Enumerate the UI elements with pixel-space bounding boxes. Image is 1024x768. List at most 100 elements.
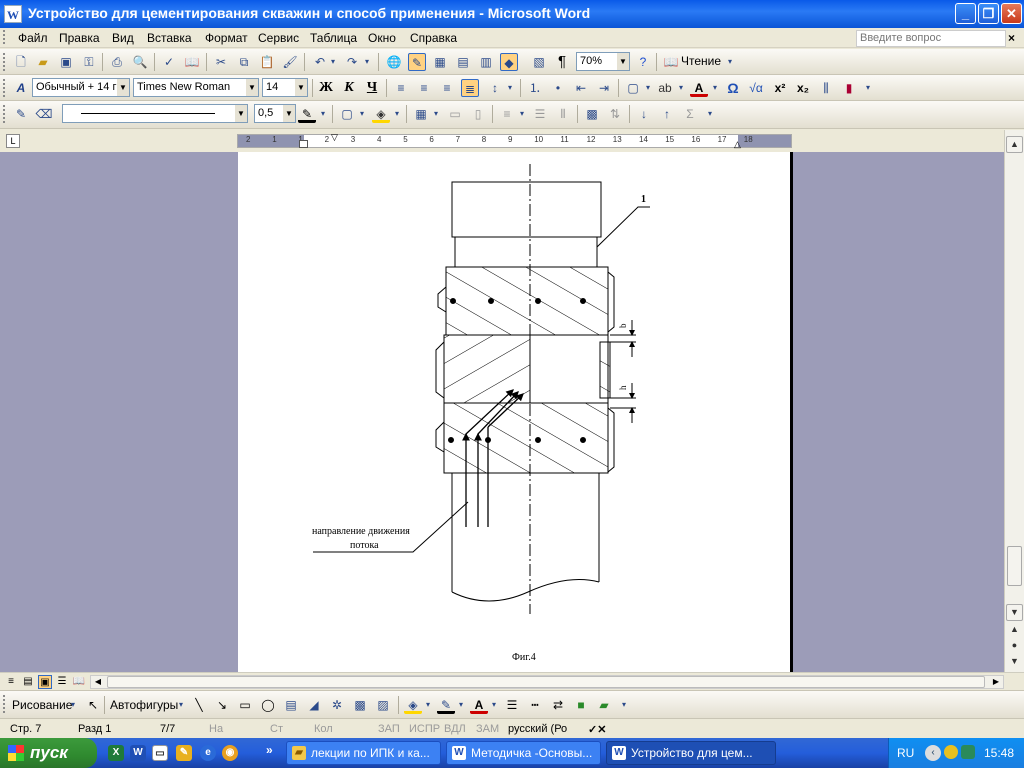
- scroll-right-icon[interactable]: ▶: [989, 676, 1003, 688]
- line-style-icon[interactable]: ☰: [503, 696, 521, 714]
- status-extend[interactable]: ВДЛ: [444, 723, 466, 735]
- chevron-down-icon[interactable]: ▼: [117, 79, 129, 96]
- excel-quicklaunch-icon[interactable]: X: [108, 745, 124, 761]
- task-button-lectures[interactable]: ▰ лекции по ИПК и ка...: [286, 741, 441, 765]
- insert-excel-icon[interactable]: ▤: [454, 53, 472, 71]
- outline-view-icon[interactable]: ☰: [55, 675, 69, 689]
- border-icon[interactable]: ▢: [624, 79, 642, 97]
- 3d-style-icon[interactable]: ▰: [595, 696, 613, 714]
- drawing-icon[interactable]: ◆: [500, 53, 518, 71]
- bullets-icon[interactable]: •: [549, 79, 567, 97]
- align-right-icon[interactable]: ≡: [438, 79, 456, 97]
- input-language[interactable]: RU: [897, 746, 914, 760]
- subscript-button[interactable]: x₂: [794, 79, 812, 97]
- align-left-icon[interactable]: ≡: [392, 79, 410, 97]
- spelling-icon[interactable]: ✓: [160, 53, 178, 71]
- text-direction-icon[interactable]: ⇅: [606, 105, 624, 123]
- sort-ascending-icon[interactable]: ↓: [635, 105, 653, 123]
- next-page-icon[interactable]: ▼: [1006, 654, 1023, 671]
- status-track[interactable]: ИСПР: [409, 723, 440, 735]
- first-line-indent-marker[interactable]: ▽: [331, 132, 338, 143]
- word-quicklaunch-icon[interactable]: W: [130, 745, 146, 761]
- previous-page-icon[interactable]: ▲: [1006, 622, 1023, 639]
- toolbar-grip[interactable]: [3, 53, 6, 71]
- hyperlink-icon[interactable]: 🌐: [385, 53, 403, 71]
- fill-color-dropdown-icon[interactable]: ▾: [423, 696, 433, 714]
- left-indent-marker[interactable]: [299, 140, 308, 148]
- menu-window[interactable]: Окно: [368, 31, 396, 45]
- reading-view-icon[interactable]: 📖: [72, 675, 86, 689]
- distribute-rows-icon[interactable]: ☰: [531, 105, 549, 123]
- superscript-button[interactable]: x²: [771, 79, 789, 97]
- sort-descending-icon[interactable]: ↑: [658, 105, 676, 123]
- vertical-scrollbar[interactable]: ▲ ▼ ▲ ● ▼: [1004, 130, 1024, 672]
- menu-file[interactable]: Файл: [18, 31, 48, 45]
- oval-tool-icon[interactable]: ◯: [259, 696, 277, 714]
- font-color-dropdown-icon[interactable]: ▾: [710, 79, 720, 97]
- restore-button[interactable]: ❐: [978, 3, 999, 24]
- chevron-down-icon[interactable]: ▼: [235, 105, 247, 122]
- task-button-device[interactable]: W Устройство для цем...: [606, 741, 776, 765]
- quicklaunch-more[interactable]: »: [266, 743, 273, 757]
- toolbar-options-icon[interactable]: ▾: [618, 696, 630, 714]
- ie-quicklaunch-icon[interactable]: e: [200, 745, 216, 761]
- arrow-style-icon[interactable]: ⇄: [549, 696, 567, 714]
- insert-table-icon[interactable]: ▦: [431, 53, 449, 71]
- fill-color-icon[interactable]: ◈: [404, 696, 422, 714]
- tab-selector[interactable]: L: [6, 134, 20, 148]
- select-objects-icon[interactable]: ↖: [84, 696, 102, 714]
- line-color-dropdown-icon[interactable]: ▾: [456, 696, 466, 714]
- print-icon[interactable]: ⎙: [108, 53, 126, 71]
- scroll-left-icon[interactable]: ◀: [91, 676, 105, 688]
- line-style-select[interactable]: ▼: [62, 104, 248, 123]
- outside-border-dropdown-icon[interactable]: ▾: [357, 105, 367, 123]
- align-cell-icon[interactable]: ≡: [498, 105, 516, 123]
- tables-borders-icon[interactable]: ✎: [408, 53, 426, 71]
- align-cell-dropdown-icon[interactable]: ▾: [517, 105, 527, 123]
- close-button[interactable]: ✕: [1001, 3, 1022, 24]
- desktop-quicklaunch-icon[interactable]: ▭: [152, 745, 168, 761]
- horizontal-ruler[interactable]: 21123456789101112131415161718 ▽ △: [237, 132, 792, 150]
- text-box-icon[interactable]: ▤: [282, 696, 300, 714]
- toolbar-options-icon[interactable]: ▾: [704, 105, 716, 123]
- toolbar-grip[interactable]: [3, 695, 6, 713]
- player-quicklaunch-icon[interactable]: ◉: [222, 745, 238, 761]
- shading-color-icon[interactable]: ◈: [372, 105, 390, 123]
- permission-icon[interactable]: ⚿: [80, 53, 98, 71]
- zoom-select[interactable]: 70% ▼: [576, 52, 630, 71]
- print-preview-icon[interactable]: 🔍: [131, 53, 149, 71]
- tray-app-icon[interactable]: [944, 745, 958, 759]
- help-search-input[interactable]: Введите вопрос: [856, 30, 1006, 47]
- line-spacing-icon[interactable]: ↕: [486, 79, 504, 97]
- insert-table-dropdown-icon[interactable]: ▾: [431, 105, 441, 123]
- tray-security-icon[interactable]: [961, 745, 975, 759]
- pen-quicklaunch-icon[interactable]: ✎: [176, 745, 192, 761]
- columns-icon[interactable]: ▥: [477, 53, 495, 71]
- increase-indent-icon[interactable]: ⇥: [595, 79, 613, 97]
- font-color-button[interactable]: A: [690, 79, 708, 97]
- toolbar-options-icon[interactable]: ▾: [862, 79, 874, 97]
- undo-icon[interactable]: ↶: [311, 53, 329, 71]
- font-size-select[interactable]: 14 ▼: [262, 78, 308, 97]
- toolbar-options-icon[interactable]: ▾: [724, 53, 736, 71]
- word-app-icon[interactable]: W: [4, 5, 22, 23]
- font-color-draw-dropdown-icon[interactable]: ▾: [489, 696, 499, 714]
- right-indent-marker[interactable]: △: [734, 139, 741, 150]
- status-language[interactable]: русский (Ро: [508, 723, 567, 735]
- redo-dropdown-icon[interactable]: ▾: [362, 53, 372, 71]
- menu-format[interactable]: Формат: [205, 31, 248, 45]
- format-painter-icon[interactable]: 🖌: [281, 53, 299, 71]
- chart-icon[interactable]: ▮: [840, 79, 858, 97]
- rectangle-tool-icon[interactable]: ▭: [236, 696, 254, 714]
- outside-border-icon[interactable]: ▢: [338, 105, 356, 123]
- equation-icon[interactable]: √α: [747, 79, 765, 97]
- font-select[interactable]: Times New Roman ▼: [133, 78, 259, 97]
- status-overtype[interactable]: ЗАМ: [476, 723, 499, 735]
- save-icon[interactable]: ▣: [57, 53, 75, 71]
- line-spacing-dropdown-icon[interactable]: ▾: [505, 79, 515, 97]
- line-weight-select[interactable]: 0,5 ▼: [254, 104, 296, 123]
- autoshapes-menu-button[interactable]: Автофигуры: [110, 698, 178, 712]
- highlight-dropdown-icon[interactable]: ▾: [676, 79, 686, 97]
- paste-icon[interactable]: 📋: [258, 53, 276, 71]
- vertical-scroll-thumb[interactable]: [1007, 546, 1022, 586]
